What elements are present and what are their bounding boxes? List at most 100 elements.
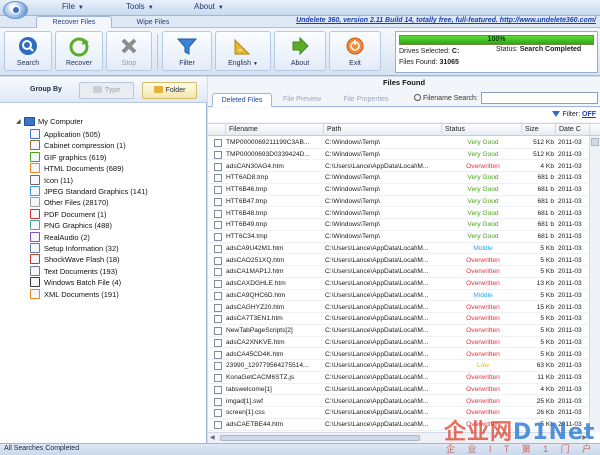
row-checkbox[interactable] [214,197,222,206]
collapse-icon[interactable]: ◢ [16,118,21,125]
row-checkbox[interactable] [214,244,222,253]
table-row[interactable]: HTT6B47.tmp C:\Windows\Temp\ Very Good 681 … [208,196,588,208]
table-row[interactable]: HTT6B48.tmp C:\Windows\Temp\ Very Good 681 … [208,208,588,220]
table-row[interactable]: adsCA2XNKVE.htm C:\Users\Lance\AppData\Lo… [208,337,588,349]
table-row[interactable]: adsCAGHYZ20.htm C:\Users\Lance\AppData\Lo… [208,302,588,314]
row-checkbox[interactable] [214,209,222,218]
tab-deleted-files[interactable]: Deleted Files [212,93,272,107]
header-size[interactable]: Size [522,124,556,136]
horizontal-scrollbar[interactable]: ◀ ▶ [208,432,589,443]
about-button[interactable]: About [274,31,326,71]
row-checkbox[interactable] [214,162,222,171]
tree-item[interactable]: JPEG Standard Graphics (141) [30,186,148,197]
table-row[interactable]: HTT6AD8.tmp C:\Windows\Temp\ Very Good 681 … [208,172,588,184]
row-checkbox[interactable] [214,150,222,159]
tree-item[interactable]: XML Documents (191) [30,288,119,300]
menu-about[interactable]: About ▼ [194,2,224,11]
row-checkbox[interactable] [214,139,222,147]
row-checkbox[interactable] [214,374,222,382]
row-checkbox[interactable] [214,291,222,300]
table-row[interactable]: adsCA9U42M1.htm C:\Users\Lance\AppData\Lo… [208,243,588,255]
table-row[interactable]: adsCAN30AG4.htm C:\Users\Lance\AppData\Lo… [208,161,588,173]
header-filename[interactable]: Filename [226,124,324,136]
tree-item[interactable]: Setup Information (32) [30,243,119,254]
header-path[interactable]: Path [324,124,442,136]
row-checkbox[interactable] [214,186,222,194]
row-checkbox[interactable] [214,409,222,418]
row-checkbox[interactable] [214,303,222,312]
scrollbar-thumb[interactable] [220,435,420,441]
menu-file[interactable]: File ▼ [62,2,84,11]
row-checkbox[interactable] [214,397,222,406]
row-checkbox[interactable] [214,221,222,230]
tab-file-preview[interactable]: File Preview [274,93,330,107]
table-row[interactable]: adsCAETBE44.htm C:\Users\Lance\AppData\Lo… [208,419,588,431]
table-row[interactable]: 23990_129779564275514... C:\Users\Lance\A… [208,360,588,372]
row-checkbox[interactable] [214,362,222,371]
table-row[interactable]: screen[1].css C:\Users\Lance\AppData\Loca… [208,407,588,419]
row-checkbox[interactable] [214,315,222,324]
tree-item[interactable]: Text Documents (193) [30,265,117,277]
tab-file-properties[interactable]: File Properties [334,93,398,107]
table-row[interactable]: imgad[1].swf C:\Users\Lance\AppData\Local… [208,396,588,408]
group-by-type-button[interactable]: Type [79,82,134,99]
table-row[interactable]: HTT6C34.tmp C:\Windows\Temp\ Very Good 681 … [208,231,588,243]
tree-item[interactable]: Application (505) [30,129,100,140]
header-status[interactable]: Status [442,124,522,136]
scrollbar-thumb[interactable] [591,138,599,146]
filter-button[interactable]: Filter [162,31,212,71]
tab-wipe-files[interactable]: Wipe Files [118,16,188,28]
row-checkbox[interactable] [214,233,222,241]
row-checkbox[interactable] [214,174,222,183]
tree-item[interactable]: RealAudio (2) [30,231,90,243]
recover-button[interactable]: Recover [55,31,103,71]
table-row[interactable]: TMP0000069211199C3AB... C:\Windows\Temp\ V… [208,137,588,149]
table-row[interactable]: TMP00000693D0339424D... C:\Windows\Temp\ V… [208,149,588,161]
header-date[interactable]: Date C [556,124,590,136]
table-row[interactable]: adsCAO251XQ.htm C:\Users\Lance\AppData\Lo… [208,255,588,267]
group-by-folder-button[interactable]: Folder [142,82,197,99]
row-checkbox[interactable] [214,327,222,335]
tree-item[interactable]: Windows Batch File (4) [30,277,121,288]
tree-item[interactable]: PDF Document (1) [30,208,107,220]
table-row[interactable]: NewTabPageScripts[2] C:\Users\Lance\AppDa… [208,325,588,337]
scroll-right-icon[interactable]: ▶ [582,434,587,441]
table-row[interactable]: HTT6B49.tmp C:\Windows\Temp\ Very Good 681 … [208,219,588,231]
tab-recover-files[interactable]: Recover Files [36,16,112,28]
row-checkbox[interactable] [214,421,222,429]
row-checkbox[interactable] [214,350,222,359]
app-menu-orb[interactable] [3,1,28,19]
vertical-scrollbar[interactable] [589,136,600,432]
row-checkbox[interactable] [214,338,222,347]
exit-button[interactable]: Exit [329,31,381,71]
tree-item[interactable]: Icon (11) [30,174,73,186]
size-cell: 681 b [537,174,554,182]
table-row[interactable]: adsCA1MAP1J.htm C:\Users\Lance\AppData\Lo… [208,266,588,278]
row-checkbox[interactable] [214,280,222,288]
table-row[interactable]: adsCAXDGHLE.htm C:\Users\Lance\AppData\Lo… [208,278,588,290]
menu-tools[interactable]: Tools ▼ [126,2,154,11]
version-link[interactable]: Undelete 360, version 2.11 Build 14, tot… [296,17,596,24]
table-row[interactable]: adsCA7T3EN1.htm C:\Users\Lance\AppData\Lo… [208,313,588,325]
tree-item[interactable]: Other Files (28170) [30,197,109,208]
table-row[interactable]: adsCA45CD4K.htm C:\Users\Lance\AppData\Lo… [208,349,588,361]
filter-toggle[interactable]: Filter: OFF [551,111,596,118]
filename-search-input[interactable] [481,92,598,104]
table-row[interactable]: adsCA9QHC6D.htm C:\Users\Lance\AppData\Lo… [208,290,588,302]
filename-cell: adsCAGHYZ20.htm [226,303,285,311]
scroll-left-icon[interactable]: ◀ [210,434,215,441]
stop-button[interactable]: Stop [106,31,152,71]
row-checkbox[interactable] [214,385,222,394]
tree-item[interactable]: HTML Documents (689) [30,163,124,174]
search-button[interactable]: Search [4,31,52,71]
row-checkbox[interactable] [214,268,222,277]
table-row[interactable]: tabswelcome[1] C:\Users\Lance\AppData\Loc… [208,384,588,396]
tree-item[interactable]: Cabinet compression (1) [30,140,126,151]
table-row[interactable]: HTT6B46.tmp C:\Windows\Temp\ Very Good 681 … [208,184,588,196]
tree-item[interactable]: ShockWave Flash (18) [30,254,120,265]
language-dropdown[interactable]: English ▼ [215,31,271,71]
row-checkbox[interactable] [214,256,222,265]
table-row[interactable]: KonaGetCACM6STZ.js C:\Users\Lance\AppData… [208,372,588,384]
tree-item[interactable]: GIF graphics (619) [30,151,107,163]
tree-item[interactable]: PNG Graphics (488) [30,220,112,231]
